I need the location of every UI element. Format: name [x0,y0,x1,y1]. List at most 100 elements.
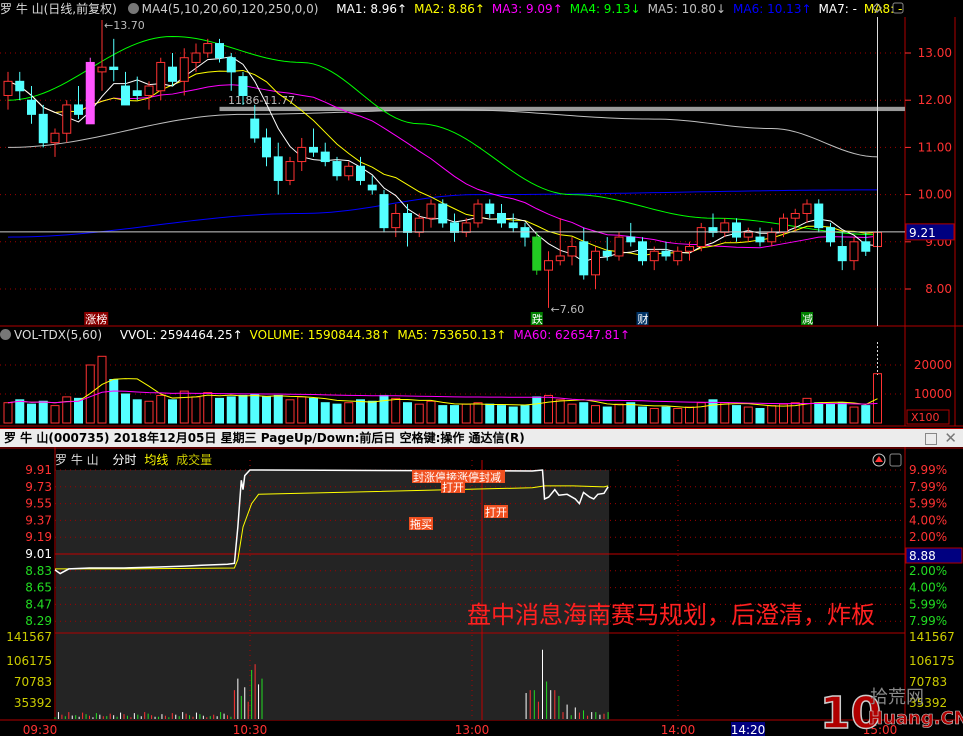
candle-body [508,222,518,229]
volume-tick-label: 106175 [909,654,955,668]
volume-tick-label: 20000 [914,358,952,372]
price-tick-label: 8.00 [925,282,952,296]
pct-tick-label: 7.99% [909,614,947,628]
candle-body [250,118,260,139]
volume-bar [156,394,166,424]
candle-body [379,194,389,229]
volume-bar [262,396,271,424]
candle-body [544,260,553,271]
candle-body [532,236,542,271]
candle-body [179,57,189,82]
volume-bar [426,400,436,424]
volume-bar [403,402,412,424]
volume-bar [826,403,835,424]
volume-bar [661,406,671,424]
volume-bar [344,402,354,424]
event-annotation-label: 打开 [485,505,507,519]
close-button[interactable]: ✕ [944,429,957,448]
volume-bar [250,393,260,424]
popup-title: 罗 牛 山(000735) 2018年12月05日 星期三 PageUp/Dow… [4,431,525,445]
volume-bar [779,403,788,424]
volume-bar [15,399,25,424]
candle-body [203,43,213,54]
volume-unit-label: X100 [911,411,940,424]
volume-bar [720,402,730,424]
candle-body [649,250,659,262]
volume-bar [121,393,130,424]
band-label: 11.86-11.77 [228,94,295,107]
resistance-band [219,106,905,112]
pct-tick-label: 2.00% [909,564,947,578]
volume-bar [391,397,401,424]
candle-body [767,231,777,243]
candle-body [602,250,612,257]
watermark-logo: 10拾荒网Huang.CN [819,687,963,736]
pct-tick-label: 4.00% [909,581,947,595]
candle-body [367,184,377,191]
volume-bar [685,406,694,424]
popup-title-bar[interactable]: 罗 牛 山(000735) 2018年12月05日 星期三 PageUp/Dow… [0,428,963,447]
volume-bar [38,400,48,424]
candle-body [50,132,60,144]
candle-body [344,165,354,177]
candle-body [121,85,130,106]
news-annotation: 盘中消息海南赛马规划，后澄清，炸板 [467,601,875,629]
price-tick-label: 13.00 [918,46,952,60]
candle-body [755,236,765,243]
volume-tick-label: 106175 [6,654,52,668]
volume-bar [614,403,624,424]
event-marker-label: 减 [802,313,813,326]
volume-bar [508,406,518,424]
volume-bar [626,402,636,424]
volume-bar [97,355,107,424]
volume-tick-label: 141567 [909,630,955,644]
candle-body [27,99,36,115]
volume-bar [696,402,706,424]
candle-body [450,222,459,233]
volume-bar [438,405,448,424]
volume-bar [755,408,765,424]
candle-body [226,57,236,73]
volume-bar [320,402,330,424]
pct-tick-label: 4.00% [909,513,947,527]
volume-bar [62,396,72,424]
volume-bar [168,399,177,424]
candle-body [732,222,741,238]
candle-body [356,165,365,181]
ma5-line [7,56,878,263]
intraday-shade [56,470,610,720]
avg-line-label: 均线 [144,453,169,467]
volume-bar [356,399,365,424]
candle-body [38,113,48,144]
price-tick-label: 9.19 [25,530,52,544]
volume-bar [215,397,224,424]
volume-tick-label: 141567 [6,630,52,644]
candle-body [262,137,271,158]
volume-bar [767,405,777,424]
volume-bar [861,405,871,424]
volume-bar [555,399,565,424]
prev-close-label: 8.88 [909,549,936,563]
candle-body [191,52,201,63]
volume-bar [814,402,824,424]
candle-body [473,203,483,224]
volume-bar [673,408,683,424]
price-tick-label: 8.65 [25,581,52,595]
high-label: ←13.70 [104,19,145,32]
price-tick-label: 9.01 [25,547,52,561]
volume-bar [602,406,612,424]
maximize-button[interactable] [925,433,937,445]
candle-body [297,146,307,163]
panel-toggle-icon [889,453,902,467]
candle-body [661,250,671,257]
event-marker-label: 财 [638,312,649,326]
candle-body [638,241,647,262]
pct-tick-label: 9.99% [909,463,947,477]
volume-bar [191,396,201,424]
candle-body [567,246,577,257]
time-tick-label: 13:00 [455,723,490,736]
candle-body [97,66,107,73]
cursor-time-label: 14:20 [731,723,766,736]
candle-body [132,90,142,96]
candle-body [814,203,824,229]
